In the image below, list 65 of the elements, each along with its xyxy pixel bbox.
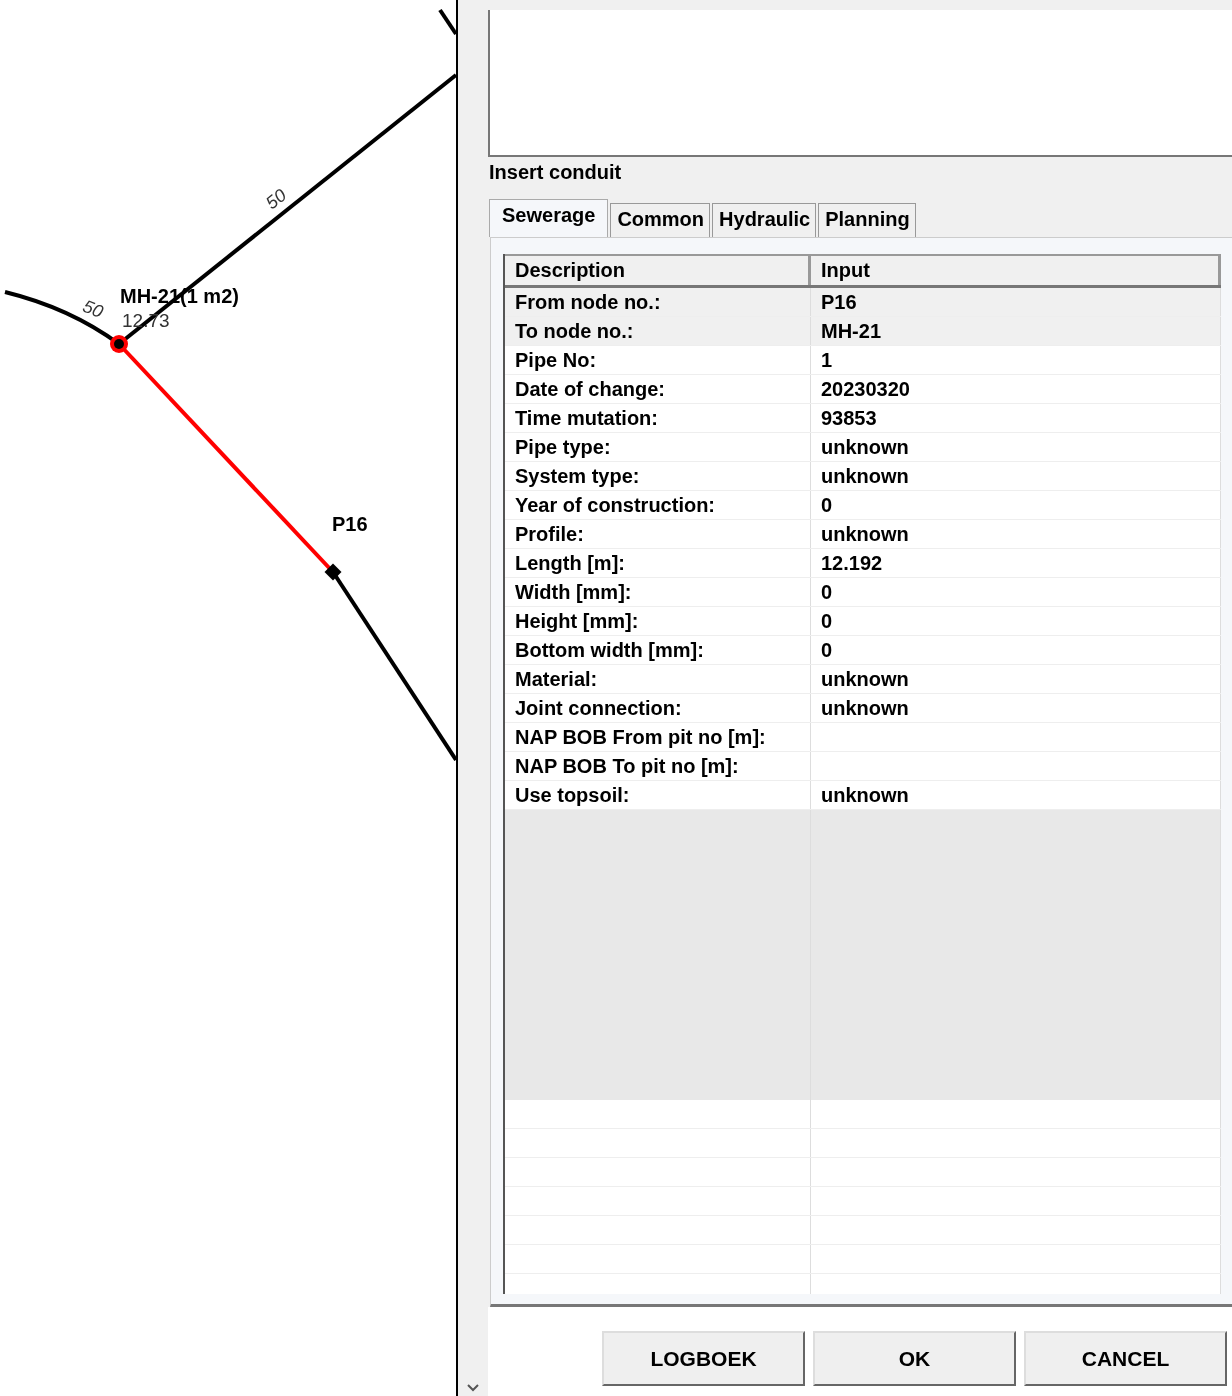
- table-row[interactable]: Date of change: 20230320: [505, 375, 1221, 404]
- property-value: unknown: [811, 694, 1221, 722]
- property-value: P16: [811, 288, 1221, 316]
- table-row[interactable]: NAP BOB To pit no [m]:: [505, 752, 1221, 781]
- chevron-down-icon[interactable]: [467, 1384, 479, 1392]
- table-row[interactable]: From node no.: P16: [505, 288, 1221, 317]
- tab[interactable]: Hydraulic: [712, 203, 817, 237]
- dialog-button[interactable]: OK: [813, 1331, 1016, 1386]
- property-label: Use topsoil:: [505, 781, 811, 809]
- table-row[interactable]: Width [mm]: 0: [505, 578, 1221, 607]
- property-label: Material:: [505, 665, 811, 693]
- node-label: P16: [332, 513, 368, 535]
- dialog-button[interactable]: LOGBOEK: [602, 1331, 805, 1386]
- property-value: 1: [811, 346, 1221, 374]
- table-row[interactable]: System type: unknown: [505, 462, 1221, 491]
- property-value: MH-21: [811, 317, 1221, 345]
- table-row[interactable]: Joint connection: unknown: [505, 694, 1221, 723]
- table-row[interactable]: To node no.: MH-21: [505, 317, 1221, 346]
- table-row[interactable]: Pipe No: 1: [505, 346, 1221, 375]
- property-value: unknown: [811, 781, 1221, 809]
- property-label: Height [mm]:: [505, 607, 811, 635]
- tab[interactable]: Common: [610, 203, 711, 237]
- property-label: Time mutation:: [505, 404, 811, 432]
- tab[interactable]: Planning: [818, 203, 916, 237]
- property-value: unknown: [811, 520, 1221, 548]
- table-row[interactable]: NAP BOB From pit no [m]:: [505, 723, 1221, 752]
- table-row[interactable]: Height [mm]: 0: [505, 607, 1221, 636]
- property-value: 12.192: [811, 549, 1221, 577]
- property-value: unknown: [811, 462, 1221, 490]
- property-label: NAP BOB From pit no [m]:: [505, 723, 811, 751]
- property-label: Width [mm]:: [505, 578, 811, 606]
- table-row[interactable]: Time mutation: 93853: [505, 404, 1221, 433]
- dialog-title: Insert conduit: [488, 160, 623, 185]
- pipe-label: 50: [79, 296, 107, 322]
- property-label: Date of change:: [505, 375, 811, 403]
- property-label: Joint connection:: [505, 694, 811, 722]
- property-label: System type:: [505, 462, 811, 490]
- table-row[interactable]: Length [m]: 12.192: [505, 549, 1221, 578]
- property-label: Pipe No:: [505, 346, 811, 374]
- tab[interactable]: Sewerage: [489, 199, 609, 237]
- property-value: 93853: [811, 404, 1221, 432]
- property-label: NAP BOB To pit no [m]:: [505, 752, 811, 780]
- table-row[interactable]: Material: unknown: [505, 665, 1221, 694]
- dialog-button[interactable]: CANCEL: [1024, 1331, 1227, 1386]
- pipe-label: 50: [261, 184, 291, 214]
- property-value: 20230320: [811, 375, 1221, 403]
- property-value: 0: [811, 491, 1221, 519]
- column-header[interactable]: Description: [505, 256, 811, 285]
- property-label: Year of construction:: [505, 491, 811, 519]
- column-header[interactable]: Input: [811, 256, 1221, 285]
- table-row[interactable]: Bottom width [mm]: 0: [505, 636, 1221, 665]
- property-label: Profile:: [505, 520, 811, 548]
- property-value: 0: [811, 578, 1221, 606]
- property-label: Length [m]:: [505, 549, 811, 577]
- property-value: unknown: [811, 665, 1221, 693]
- property-label: From node no.:: [505, 288, 811, 316]
- property-label: Bottom width [mm]:: [505, 636, 811, 664]
- property-value: unknown: [811, 433, 1221, 461]
- table-row[interactable]: Pipe type: unknown: [505, 433, 1221, 462]
- table-row[interactable]: Year of construction: 0: [505, 491, 1221, 520]
- property-label: To node no.:: [505, 317, 811, 345]
- property-value: 0: [811, 636, 1221, 664]
- property-value: 0: [811, 607, 1221, 635]
- property-label: Pipe type:: [505, 433, 811, 461]
- table-row[interactable]: Profile: unknown: [505, 520, 1221, 549]
